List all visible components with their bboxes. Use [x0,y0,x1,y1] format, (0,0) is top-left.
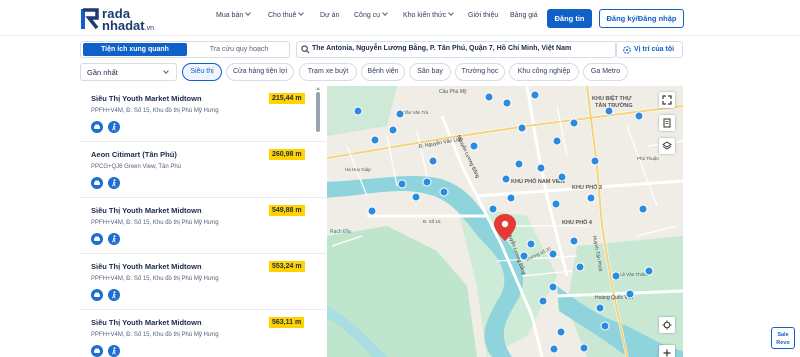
chevron-down-icon [382,10,388,16]
list-item[interactable]: Aeon Citimart (Tân Phú) PPCG+QJ6 Green V… [80,142,326,198]
scroll-up-arrow[interactable] [316,87,320,90]
result-address: PPFH+V4M, Đ. Số 15, Khu đô thị Phú Mỹ Hư… [91,332,219,338]
crosshair-icon [623,46,631,54]
chip-san-bay[interactable]: Sân bay [409,63,451,81]
walk-icon[interactable] [108,233,120,245]
distance-badge: 215,44 m [269,93,305,104]
sale-badge-line2: Revo [776,340,790,346]
chip-cua-hang-tien-loi[interactable]: Cửa hàng tiện lợi [226,63,294,81]
car-icon[interactable] [91,345,103,357]
chip-benh-vien[interactable]: Bệnh viện [361,63,405,81]
result-name: Siêu Thị Youth Market Midtown [91,262,202,271]
chevron-down-icon [448,10,455,16]
result-address: PPFH+V4M, Đ. Số 15, Khu đô thị Phú Mỹ Hư… [91,276,219,282]
distance-badge: 549,88 m [269,205,305,216]
document-button[interactable] [659,115,675,131]
fullscreen-icon [662,95,672,105]
chevron-down-icon [163,68,169,74]
tab-nearby-amenities[interactable]: Tiện ích xung quanh [83,43,187,56]
crosshair-icon [662,320,672,330]
label-ha-huy-giap: Hà Huy Giáp [345,167,371,172]
top-header: rada nhadat.vn Mua bán Cho thuê Dự án Cô… [0,0,800,36]
nav-du-an[interactable]: Dự án [320,12,339,19]
sort-value: Gần nhất [87,68,118,77]
nav-cho-thue[interactable]: Cho thuê [268,10,305,19]
list-scrollbar[interactable] [316,92,320,132]
label-tran-van-tra: Trần Văn Trà [402,110,429,115]
label-so-15: Đ. Số 15 [423,219,441,224]
distance-badge: 563,11 m [269,317,305,328]
layers-button[interactable] [659,138,675,154]
address-search-input[interactable]: The Antonia, Nguyễn Lương Bằng, P. Tân P… [296,41,616,58]
nav-kho-kien-thuc[interactable]: Kho kiến thức [403,10,455,19]
chevron-down-icon [298,10,305,16]
logo-mark-icon [81,8,99,30]
chip-tram-xe-buyt[interactable]: Trạm xe buýt [299,63,357,81]
my-location-label: Vị trí của tôi [634,46,675,53]
logo-text-nhadat: nhadat.vn [102,18,154,33]
search-value: The Antonia, Nguyễn Lương Bằng, P. Tân P… [312,45,572,52]
result-name: Siêu Thị Youth Market Midtown [91,318,202,327]
label-cau-phu-my: Cầu Phú Mỹ [439,89,467,95]
result-address: PPFH+V4M, Đ. Số 15, Khu đô thị Phú Mỹ Hư… [91,220,219,226]
map-view[interactable]: Đ. Nguyễn Văn Linh Nguyễn Lương Bằng Ngu… [327,86,683,357]
result-name: Aeon Citimart (Tân Phú) [91,150,177,159]
list-item[interactable]: Siêu Thị Youth Market Midtown PPFH+V4M, … [80,198,326,254]
nav-cong-cu[interactable]: Công cụ [354,10,388,19]
register-login-button[interactable]: Đăng ký/Đăng nhập [599,9,684,28]
chip-khu-cong-nghiep[interactable]: Khu công nghiệp [509,63,579,81]
walk-icon[interactable] [108,121,120,133]
car-icon[interactable] [91,177,103,189]
logo[interactable]: rada nhadat.vn [80,5,170,33]
label-rach-dia: Rạch Đĩa [330,229,351,235]
label-phu-thuan: Phú Thuận [637,156,659,161]
list-item[interactable]: Siêu Thị Youth Market Midtown PPFH+V4M, … [80,254,326,310]
sale-revo-badge[interactable]: Sale Revo [771,327,795,349]
walk-icon[interactable] [108,289,120,301]
results-list[interactable]: Siêu Thị Youth Market Midtown PPFH+V4M, … [80,86,326,357]
nav-bang-gia[interactable]: Bảng giá [510,12,538,19]
mode-tabs: Tiện ích xung quanh Tra cứu quy hoạch [80,41,290,58]
post-listing-button[interactable]: Đăng tin [547,9,592,28]
nav-gioi-thieu[interactable]: Giới thiệu [468,12,498,19]
result-address: PPCG+QJ6 Green View, Tân Phú [91,164,181,170]
car-icon[interactable] [91,289,103,301]
sale-badge-line1: Sale [777,332,789,338]
sort-select[interactable]: Gần nhất [80,63,177,81]
chip-truong-hoc[interactable]: Trường học [455,63,505,81]
car-icon[interactable] [91,233,103,245]
list-item[interactable]: Siêu Thị Youth Market Midtown PPFH+V4M, … [80,310,326,357]
walk-icon[interactable] [108,345,120,357]
chip-sieu-thi[interactable]: Siêu thị [182,63,222,81]
label-khu-pho-4: KHU PHỐ 4 [562,219,593,226]
list-item[interactable]: Siêu Thị Youth Market Midtown PPFH+V4M, … [80,86,326,142]
nav-mua-ban[interactable]: Mua bán [216,10,252,19]
distance-badge: 553,24 m [269,261,305,272]
distance-badge: 260,98 m [269,149,305,160]
plus-icon [663,349,671,357]
my-location-button[interactable]: Vị trí của tôi [616,41,683,58]
fullscreen-button[interactable] [659,92,675,108]
search-icon [301,45,310,54]
car-icon[interactable] [91,121,103,133]
label-le-van-thiem: Lê Văn Thiêm [620,272,648,277]
label-khu-pho-3: KHU PHỐ 3 [572,184,602,191]
result-name: Siêu Thị Youth Market Midtown [91,206,202,215]
tab-planning-lookup[interactable]: Tra cứu quy hoạch [189,43,289,56]
layers-icon [662,141,672,150]
label-khu-pho-nam-vien: KHU PHỐ NAM VIÊN [511,177,565,185]
chevron-down-icon [245,10,252,16]
document-icon [663,118,671,128]
chip-ga-metro[interactable]: Ga Metro [583,63,628,81]
walk-icon[interactable] [108,177,120,189]
result-address: PPFH+V4M, Đ. Số 15, Khu đô thị Phú Mỹ Hư… [91,108,219,114]
map-canvas[interactable]: Đ. Nguyễn Văn Linh Nguyễn Lương Bằng Ngu… [327,86,683,357]
result-name: Siêu Thị Youth Market Midtown [91,94,202,103]
label-tan-truong: TÂN TRƯỜNG [595,101,633,109]
label-khu-biet-thu: KHU BIỆT THỰ [592,94,632,102]
zoom-in-button[interactable] [659,345,675,357]
recenter-button[interactable] [659,317,675,333]
